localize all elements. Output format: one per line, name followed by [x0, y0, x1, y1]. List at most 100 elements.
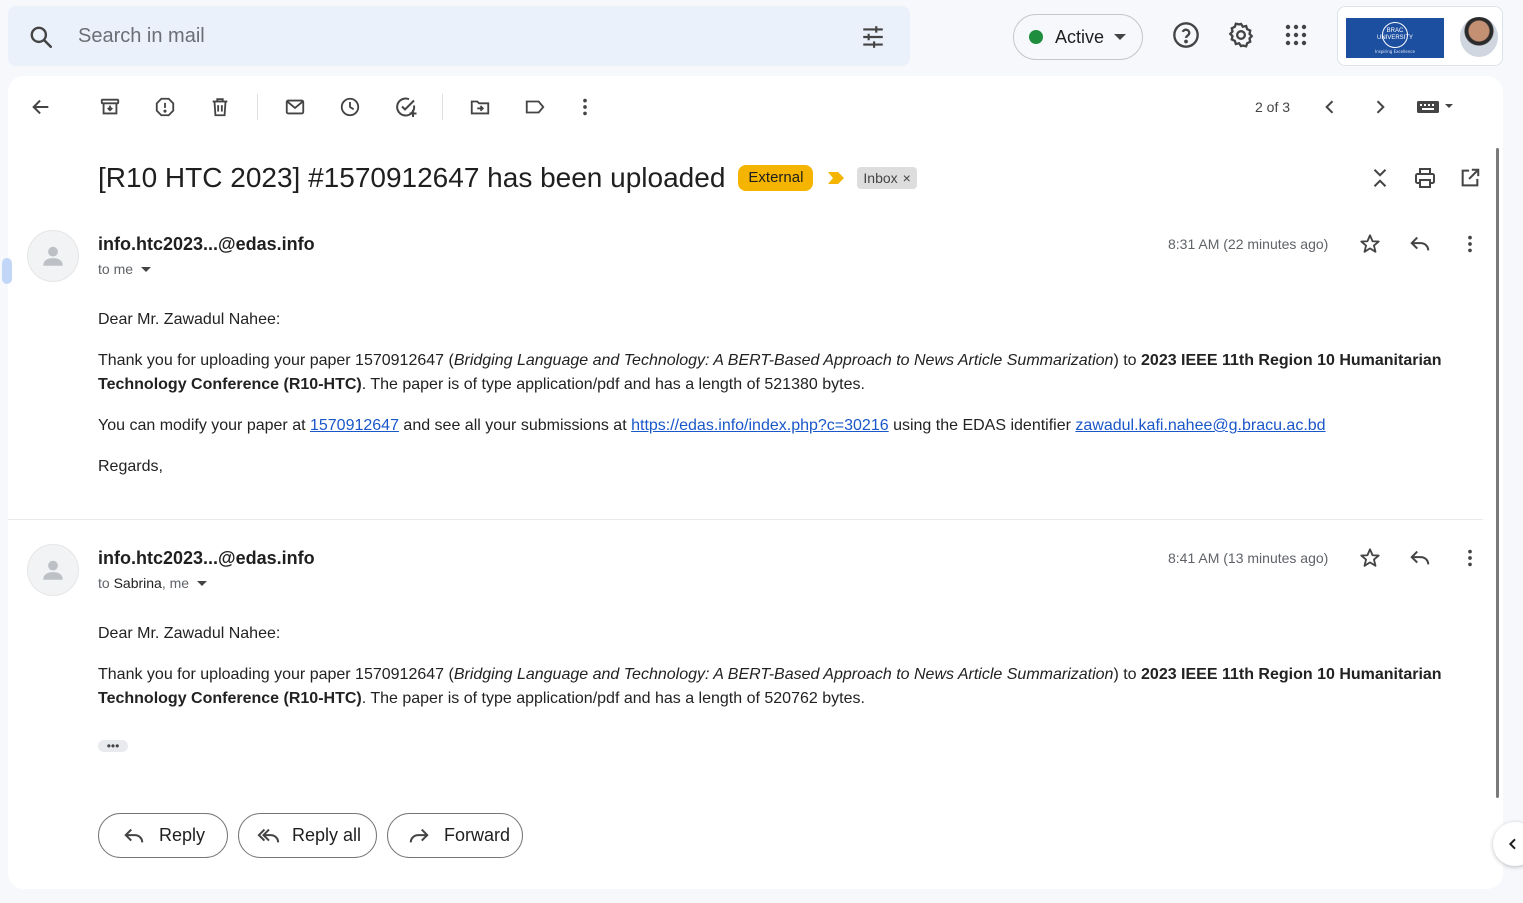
- top-bar: Active BRAC UNIVERSITY Inspiring Excelle…: [0, 0, 1523, 72]
- sender-name[interactable]: info.htc2023...@edas.info: [98, 234, 315, 255]
- recipients-text: to me: [98, 261, 134, 277]
- newer-chevron-left-icon[interactable]: [1316, 93, 1344, 121]
- label-tag-icon[interactable]: [521, 93, 549, 121]
- submissions-link[interactable]: https://edas.info/index.php?c=30216: [631, 417, 889, 434]
- email-link[interactable]: zawadul.kafi.nahee@g.bracu.ac.bd: [1075, 417, 1325, 434]
- search-input[interactable]: [78, 18, 838, 54]
- message-time: 8:31 AM (22 minutes ago): [1168, 236, 1329, 252]
- scrollbar-thumb[interactable]: [1496, 148, 1499, 798]
- closing: Regards,: [98, 458, 163, 475]
- move-to-folder-icon[interactable]: [466, 93, 494, 121]
- text-run: Thank you for uploading your paper 15709…: [98, 666, 454, 683]
- recipients-toggle[interactable]: to me: [98, 261, 152, 277]
- panel-edge-marker: [2, 258, 12, 284]
- recipient-name: Sabrina: [113, 575, 162, 591]
- sender-name[interactable]: info.htc2023...@edas.info: [98, 548, 315, 569]
- text-run: ) to: [1113, 666, 1142, 683]
- older-chevron-right-icon[interactable]: [1366, 93, 1394, 121]
- text-run: You can modify your paper at: [98, 417, 310, 434]
- paper-title: Bridging Language and Technology: A BERT…: [453, 352, 1114, 369]
- body-paragraph: Thank you for uploading your paper 15709…: [98, 349, 1478, 397]
- status-dot-icon: [1029, 30, 1043, 44]
- print-icon[interactable]: [1412, 165, 1438, 191]
- body-paragraph: Thank you for uploading your paper 15709…: [98, 663, 1478, 711]
- star-icon[interactable]: [1357, 545, 1383, 571]
- reply-all-button[interactable]: Reply all: [238, 813, 377, 858]
- chevron-down-icon: [1114, 34, 1127, 40]
- inbox-label-text: Inbox: [863, 170, 898, 186]
- more-vertical-icon[interactable]: [571, 93, 599, 121]
- forward-button[interactable]: Forward: [387, 813, 523, 858]
- text-run: using the EDAS identifier: [888, 417, 1076, 434]
- forward-button-label: Forward: [444, 825, 511, 845]
- show-trimmed-content-button[interactable]: •••: [98, 740, 128, 752]
- reply-button-label: Reply: [159, 825, 206, 845]
- search-icon[interactable]: [28, 24, 54, 50]
- org-logo-tagline: Inspiring Excellence: [1375, 49, 1415, 54]
- text-run: . The paper is of type application/pdf a…: [361, 376, 865, 393]
- email-subject: [R10 HTC 2023] #1570912647 has been uplo…: [98, 162, 726, 193]
- importance-marker-icon[interactable]: [827, 171, 845, 185]
- status-label: Active: [1055, 26, 1105, 47]
- pagination-count: 2 of 3: [1255, 99, 1291, 115]
- greeting: Dear Mr. Zawadul Nahee:: [98, 311, 281, 328]
- snooze-clock-icon[interactable]: [336, 93, 364, 121]
- recipients-rest: , me: [161, 575, 190, 591]
- inbox-label-chip: Inbox ×: [857, 167, 917, 189]
- status-chip[interactable]: Active: [1013, 14, 1143, 60]
- help-icon[interactable]: [1171, 20, 1201, 50]
- trash-icon[interactable]: [206, 93, 234, 121]
- text-run: . The paper is of type application/pdf a…: [361, 690, 865, 707]
- subject-row: [R10 HTC 2023] #1570912647 has been uplo…: [98, 160, 917, 196]
- org-logo: BRAC UNIVERSITY Inspiring Excellence: [1346, 18, 1444, 58]
- chevron-down-icon: [141, 266, 152, 272]
- message-panel: 2 of 3 [R10 HTC 2023] #1570912647 has be…: [2, 76, 1503, 889]
- org-logo-emblem: BRAC UNIVERSITY: [1377, 22, 1413, 48]
- text-run: ) to: [1113, 352, 1142, 369]
- greeting: Dear Mr. Zawadul Nahee:: [98, 625, 281, 642]
- apps-grid-icon[interactable]: [1281, 20, 1311, 50]
- external-badge: External: [738, 165, 814, 191]
- more-vertical-icon[interactable]: [1457, 231, 1483, 257]
- collapse-all-icon[interactable]: [1367, 165, 1393, 191]
- reply-all-button-label: Reply all: [292, 825, 362, 845]
- paper-link[interactable]: 1570912647: [310, 417, 399, 434]
- paper-title: Bridging Language and Technology: A BERT…: [453, 666, 1114, 683]
- reply-icon: [124, 828, 144, 843]
- reply-all-icon: [257, 828, 280, 843]
- archive-icon[interactable]: [96, 93, 124, 121]
- report-spam-icon[interactable]: [151, 93, 179, 121]
- add-to-tasks-icon[interactable]: [392, 93, 420, 121]
- avatar[interactable]: [1460, 17, 1498, 57]
- open-new-window-icon[interactable]: [1457, 165, 1483, 191]
- toolbar-divider: [442, 94, 443, 120]
- toolbar-divider: [257, 94, 258, 120]
- message-body: Dear Mr. Zawadul Nahee: Thank you for up…: [98, 622, 1478, 728]
- star-icon[interactable]: [1357, 231, 1383, 257]
- message-toolbar: 2 of 3: [8, 76, 1503, 136]
- message-time: 8:41 AM (13 minutes ago): [1168, 550, 1329, 566]
- reply-icon[interactable]: [1407, 545, 1433, 571]
- message-divider: [8, 519, 1483, 520]
- search-bar[interactable]: [8, 6, 910, 66]
- forward-icon: [409, 828, 429, 843]
- sender-avatar: [27, 544, 79, 596]
- sender-avatar: [27, 230, 79, 282]
- body-paragraph: You can modify your paper at 1570912647 …: [98, 414, 1478, 438]
- text-run: Thank you for uploading your paper 15709…: [98, 352, 454, 369]
- message-body: Dear Mr. Zawadul Nahee: Thank you for up…: [98, 308, 1478, 496]
- input-tools-keyboard-icon[interactable]: [1413, 93, 1461, 121]
- back-arrow-icon[interactable]: [27, 93, 55, 121]
- more-vertical-icon[interactable]: [1457, 545, 1483, 571]
- mark-unread-icon[interactable]: [281, 93, 309, 121]
- reply-icon[interactable]: [1407, 231, 1433, 257]
- search-options-icon[interactable]: [860, 24, 886, 50]
- account-switcher[interactable]: BRAC UNIVERSITY Inspiring Excellence: [1337, 6, 1503, 66]
- remove-label-icon[interactable]: ×: [903, 170, 911, 186]
- text-run: and see all your submissions at: [398, 417, 632, 434]
- recipients-toggle[interactable]: to Sabrina, me: [98, 575, 208, 591]
- recipients-to: to: [98, 575, 110, 591]
- chevron-down-icon: [197, 580, 208, 586]
- gear-icon[interactable]: [1226, 20, 1256, 50]
- reply-button[interactable]: Reply: [98, 813, 228, 858]
